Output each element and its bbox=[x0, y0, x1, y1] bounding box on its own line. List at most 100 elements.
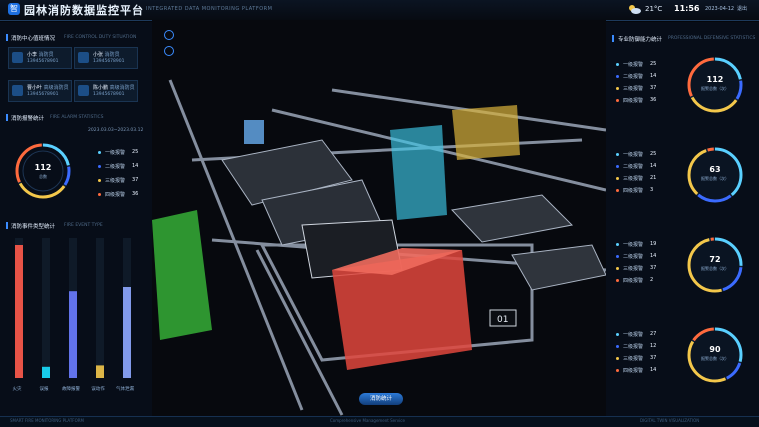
bar-track bbox=[96, 238, 104, 378]
page-title: 园林消防数据监控平台 bbox=[24, 4, 144, 17]
defense-legend-item: 四级报警 bbox=[616, 277, 643, 284]
section-marker bbox=[6, 34, 8, 41]
temperature: 21°C bbox=[645, 5, 663, 13]
legend-dot bbox=[616, 63, 619, 66]
bar-label: 误动作 bbox=[91, 387, 105, 392]
defense-legend-item: 三级报警 bbox=[616, 265, 643, 272]
duty-subtitle: FIRE CONTROL DUTY SITUATION bbox=[64, 35, 137, 40]
building-cyan[interactable] bbox=[390, 125, 447, 220]
duty-name: 小张 消防员 bbox=[93, 52, 120, 58]
defense-total: 112 bbox=[706, 75, 724, 84]
alarm-legend-value: 14 bbox=[132, 163, 139, 169]
bar bbox=[96, 365, 104, 378]
alarm-legend-item: 二级报警 bbox=[98, 163, 125, 170]
defense-total-label: 报警总数（次） bbox=[701, 176, 729, 181]
alarm-legend-item: 一级报警 bbox=[98, 149, 125, 156]
defense-subtitle: PROFESSIONAL DEFENSIVE STATISTICS bbox=[668, 36, 756, 41]
legend-dot bbox=[616, 165, 619, 168]
duty-card[interactable]: 曹小叶 高级消防员 13945678901 bbox=[8, 80, 72, 102]
event-type-bar-chart bbox=[15, 238, 131, 378]
legend-dot bbox=[616, 99, 619, 102]
defense-legend-item: 二级报警 bbox=[616, 253, 643, 260]
defense-ring-chart bbox=[687, 237, 743, 293]
building-blue-small[interactable] bbox=[244, 120, 264, 144]
footer-right: DIGITAL TWIN VISUALIZATION bbox=[640, 418, 700, 423]
defense-total-label: 报警总数（次） bbox=[701, 356, 729, 361]
fire-statistics-button[interactable]: 消防统计 bbox=[359, 393, 403, 405]
duty-name: 陈小鹏 高级消防员 bbox=[93, 85, 135, 91]
legend-dot bbox=[616, 369, 619, 372]
campus-3d-map[interactable]: 01 bbox=[152, 20, 606, 416]
user-icon bbox=[78, 85, 89, 96]
duty-name: 小李 消防员 bbox=[27, 52, 54, 58]
legend-dot bbox=[616, 189, 619, 192]
defense-legend-item: 一级报警 bbox=[616, 61, 643, 68]
defense-total: 63 bbox=[709, 165, 721, 174]
defense-legend-value: 3 bbox=[650, 187, 654, 193]
logo-icon: 智 bbox=[8, 3, 20, 15]
legend-dot bbox=[616, 87, 619, 90]
defense-legend-item: 四级报警 bbox=[616, 97, 643, 104]
alarm-legend-value: 36 bbox=[132, 191, 139, 197]
defense-legend-item: 一级报警 bbox=[616, 241, 643, 248]
footer-center: Comprehensive Management Service bbox=[330, 418, 405, 423]
defense-legend-value: 14 bbox=[650, 253, 657, 259]
legend-dot bbox=[616, 279, 619, 282]
bar-label: 火灾 bbox=[12, 387, 22, 392]
defense-legend-item: 三级报警 bbox=[616, 355, 643, 362]
refresh-icon[interactable] bbox=[164, 46, 174, 56]
defense-legend-item: 一级报警 bbox=[616, 151, 643, 158]
defense-legend-item: 四级报警 bbox=[616, 367, 643, 374]
weather-icon bbox=[629, 5, 641, 14]
duty-card[interactable]: 小李 消防员 13945678901 bbox=[8, 47, 72, 69]
alarm-subtitle: FIRE ALARM STATISTICS bbox=[50, 115, 104, 120]
defense-title: 专业防御能力统计 bbox=[618, 37, 663, 43]
eye-icon[interactable] bbox=[164, 30, 174, 40]
defense-legend-value: 14 bbox=[650, 367, 657, 373]
duty-card[interactable]: 小张 消防员 13945678901 bbox=[74, 47, 138, 69]
legend-dot bbox=[98, 193, 101, 196]
section-marker bbox=[6, 222, 8, 229]
defense-legend-item: 二级报警 bbox=[616, 73, 643, 80]
alarm-date-range[interactable]: 2023.03.03~2023.03.12 bbox=[88, 128, 143, 133]
defense-total: 72 bbox=[709, 255, 721, 264]
legend-dot bbox=[616, 153, 619, 156]
alarm-legend-value: 37 bbox=[132, 177, 139, 183]
defense-legend-item: 三级报警 bbox=[616, 85, 643, 92]
footer-left: SMART FIRE MONITORING PLATFORM bbox=[10, 418, 84, 423]
alarm-legend-item: 三级报警 bbox=[98, 177, 125, 184]
defense-legend-value: 27 bbox=[650, 331, 657, 337]
defense-legend-value: 37 bbox=[650, 355, 657, 361]
legend-dot bbox=[616, 255, 619, 258]
defense-legend-value: 25 bbox=[650, 61, 657, 67]
bar-label: 故障报警 bbox=[62, 387, 80, 392]
duty-phone: 13945678901 bbox=[27, 59, 59, 64]
defense-legend-item: 三级报警 bbox=[616, 175, 643, 182]
defense-legend-value: 19 bbox=[650, 241, 657, 247]
duty-phone: 13945678901 bbox=[93, 59, 125, 64]
legend-dot bbox=[616, 267, 619, 270]
events-subtitle: FIRE EVENT TYPE bbox=[64, 223, 103, 228]
exit-button[interactable]: 退出 bbox=[737, 5, 747, 12]
defense-ring-chart bbox=[687, 327, 743, 383]
alarm-legend-value: 25 bbox=[132, 149, 139, 155]
duty-card[interactable]: 陈小鹏 高级消防员 13945678901 bbox=[74, 80, 138, 102]
defense-legend-value: 36 bbox=[650, 97, 657, 103]
defense-legend-item: 二级报警 bbox=[616, 343, 643, 350]
building-yellow[interactable] bbox=[452, 105, 520, 160]
defense-legend-value: 2 bbox=[650, 277, 654, 283]
user-icon bbox=[12, 52, 23, 63]
bar-label: 误报 bbox=[39, 387, 49, 392]
alarm-legend-item: 四级报警 bbox=[98, 191, 125, 198]
defense-total-label: 报警总数（次） bbox=[701, 86, 729, 91]
legend-dot bbox=[616, 333, 619, 336]
building-code-label: 01 bbox=[497, 315, 508, 325]
defense-total: 90 bbox=[709, 345, 721, 354]
defense-legend-value: 14 bbox=[650, 73, 657, 79]
section-marker bbox=[6, 114, 8, 121]
bar bbox=[69, 291, 77, 378]
user-icon bbox=[78, 52, 89, 63]
bar-label: 气体泄漏 bbox=[116, 387, 134, 392]
defense-ring-chart bbox=[687, 147, 743, 203]
defense-legend-value: 37 bbox=[650, 265, 657, 271]
